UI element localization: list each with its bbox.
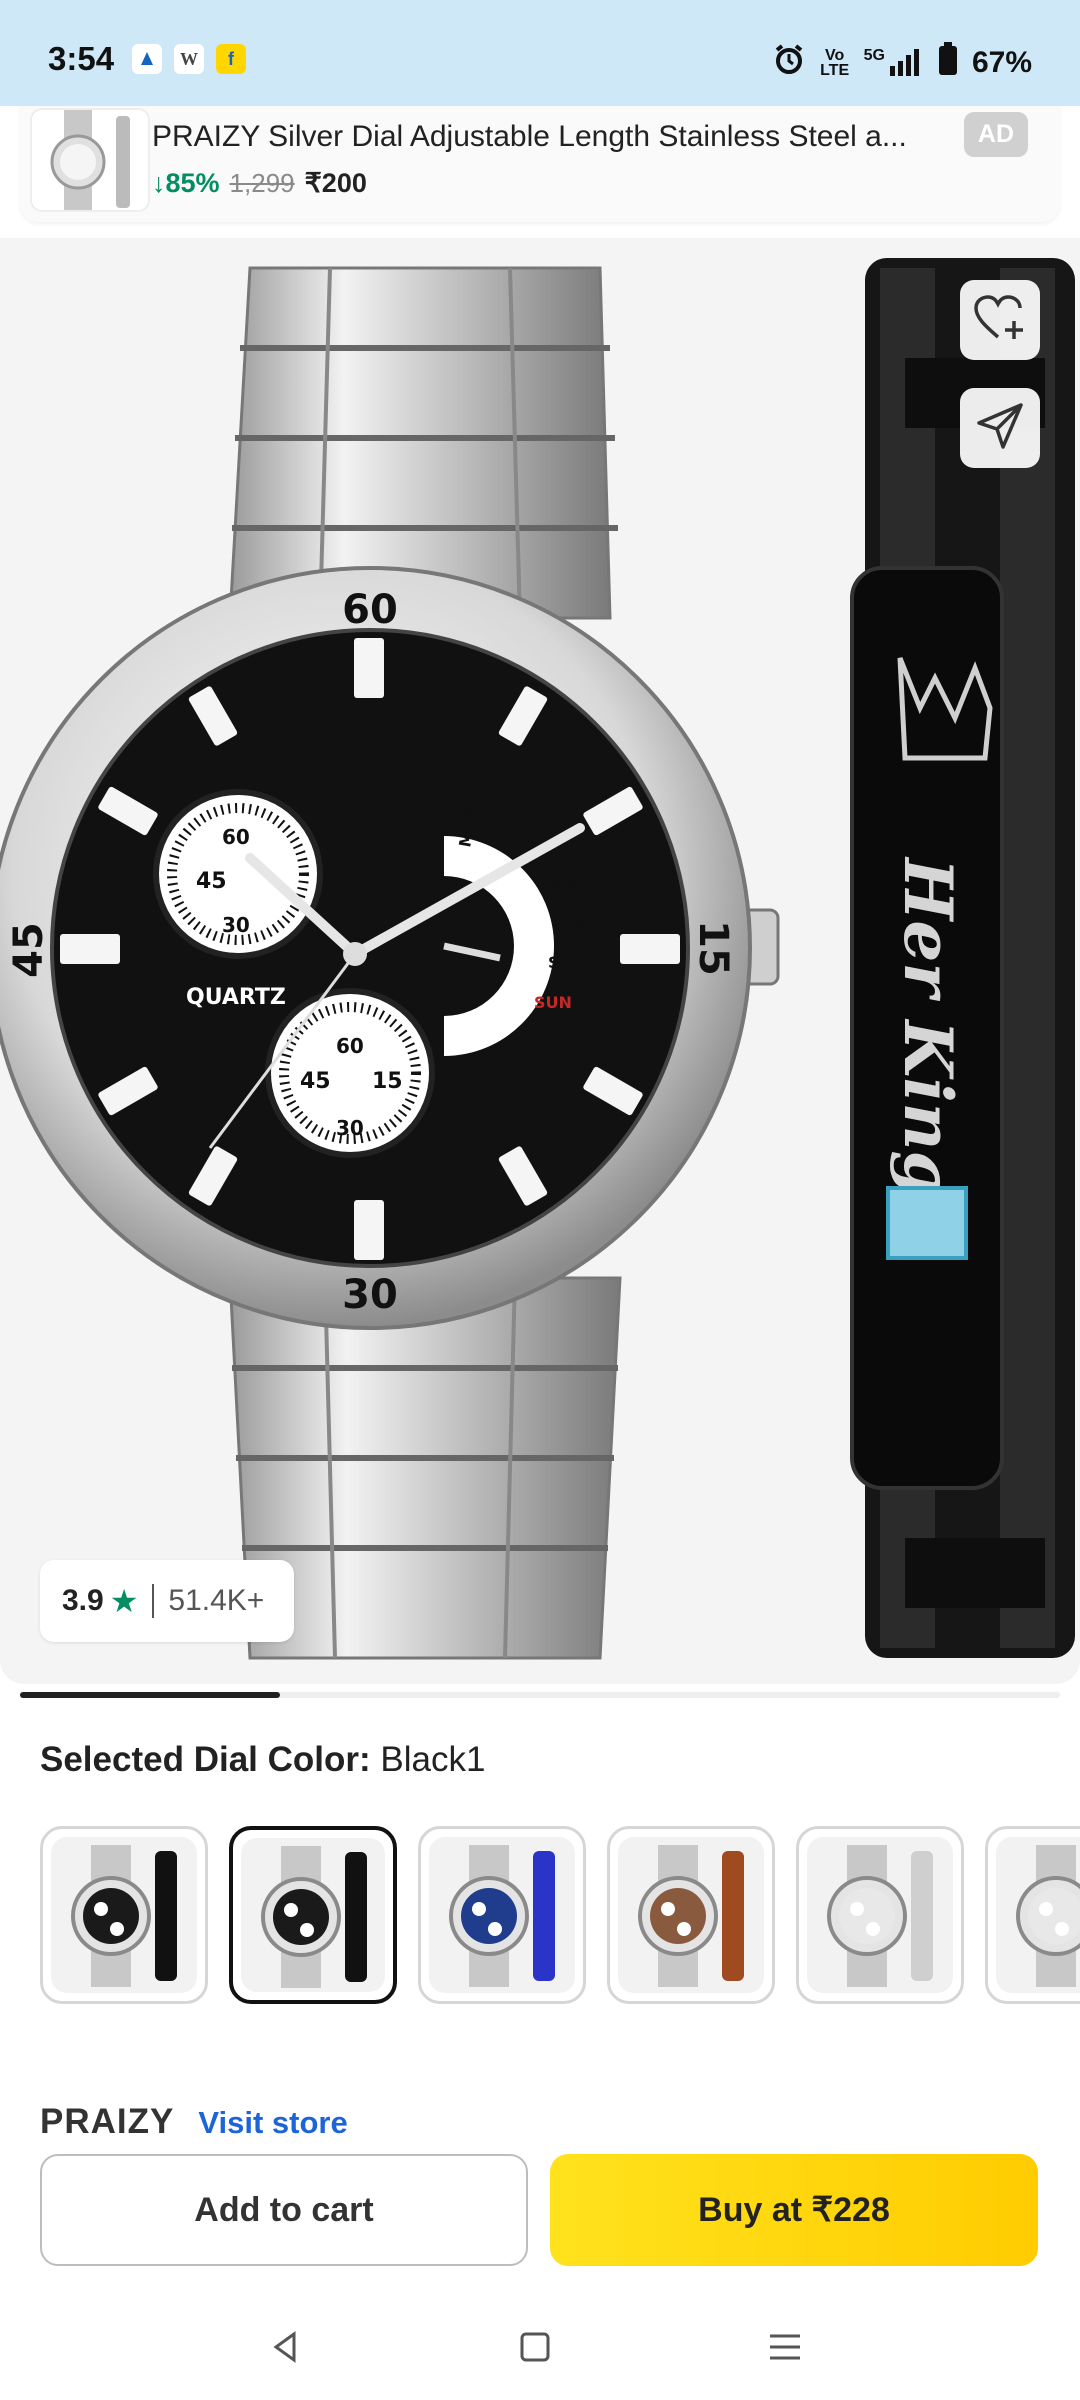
color-variant-list xyxy=(40,1826,1080,2006)
rating-count: 51.4K+ xyxy=(168,1584,265,1617)
product-image-carousel[interactable]: 60 30 45 15 45 60 30 45 15 60 30 MON THU… xyxy=(0,238,1080,1684)
add-to-cart-button[interactable]: Add to cart xyxy=(40,2154,528,2266)
back-triangle-icon xyxy=(268,2330,302,2369)
color-variant-4[interactable] xyxy=(607,1826,775,2004)
svg-text:SAT: SAT xyxy=(548,953,582,972)
flipkart-icon: f xyxy=(216,44,246,74)
rating-badge[interactable]: 3.9 ★ 51.4K+ xyxy=(40,1560,294,1642)
bracelet: Her King xyxy=(850,258,1075,1658)
variant-thumbnail xyxy=(807,1837,953,1993)
color-variant-5[interactable] xyxy=(796,1826,964,2004)
heart-plus-icon xyxy=(974,294,1026,346)
color-variant-3[interactable] xyxy=(418,1826,586,2004)
svg-text:SUN: SUN xyxy=(534,993,572,1012)
variant-thumbnail xyxy=(996,1837,1080,1993)
status-bar: 3:54 W f Vo LTE 5G 67% xyxy=(0,0,1080,106)
variant-thumbnail xyxy=(618,1837,764,1993)
nav-menu-button[interactable] xyxy=(755,2324,815,2374)
product-summary-strip[interactable]: PRAIZY Silver Dial Adjustable Length Sta… xyxy=(20,106,1060,222)
buy-now-button[interactable]: Buy at ₹228 xyxy=(550,2154,1038,2266)
discount-percent: ↓85% xyxy=(152,168,220,198)
product-thumbnail xyxy=(30,108,150,212)
brand-name: PRAIZY xyxy=(40,2102,175,2141)
svg-text:60: 60 xyxy=(222,825,250,849)
arrow-down-icon: ↓ xyxy=(152,168,166,198)
brand-row: PRAIZY Visit store xyxy=(40,2102,348,2142)
svg-text:Her King: Her King xyxy=(889,856,967,1197)
color-variant-2[interactable] xyxy=(229,1826,397,2004)
nav-back-button[interactable] xyxy=(255,2324,315,2374)
variant-thumbnail xyxy=(429,1837,575,1993)
price-row: ↓85% 1,299 ₹200 xyxy=(152,168,367,199)
nav-home-button[interactable] xyxy=(505,2324,565,2374)
notification-app-icon xyxy=(132,44,162,74)
visit-store-link[interactable]: Visit store xyxy=(198,2105,347,2141)
selected-color-value: Black1 xyxy=(380,1740,486,1779)
svg-text:THU: THU xyxy=(540,873,577,892)
status-time: 3:54 xyxy=(48,40,115,77)
svg-text:45: 45 xyxy=(196,869,227,894)
svg-text:30: 30 xyxy=(342,1272,398,1318)
svg-text:15: 15 xyxy=(372,1069,403,1094)
svg-text:45: 45 xyxy=(6,922,52,978)
selected-color-label: Selected Dial Color: xyxy=(40,1740,371,1779)
system-navigation-bar xyxy=(0,2300,1080,2400)
wishlist-button[interactable] xyxy=(960,280,1040,360)
share-button[interactable] xyxy=(960,388,1040,468)
color-variant-6[interactable] xyxy=(985,1826,1080,2004)
signal-5g-icon: 5G xyxy=(864,48,924,78)
battery-percent: 67% xyxy=(971,46,1032,79)
watch-strap-top xyxy=(228,266,618,620)
product-image: 60 30 45 15 45 60 30 45 15 60 30 MON THU… xyxy=(0,258,1075,1660)
wikipedia-icon: W xyxy=(174,44,204,74)
variant-thumbnail xyxy=(241,1838,385,1992)
volte-icon: Vo LTE xyxy=(820,47,850,79)
menu-lines-icon xyxy=(768,2332,802,2367)
svg-text:30: 30 xyxy=(336,1116,364,1140)
selected-color-heading: Selected Dial Color: Black1 xyxy=(40,1740,485,1780)
svg-text:QUARTZ: QUARTZ xyxy=(186,985,286,1010)
divider xyxy=(152,1584,155,1618)
star-icon: ★ xyxy=(109,1583,139,1619)
original-price: 1,299 xyxy=(229,168,295,198)
svg-text:15: 15 xyxy=(690,920,736,976)
battery-icon xyxy=(938,42,958,84)
svg-text:60: 60 xyxy=(336,1034,364,1058)
rating-value: 3.9 xyxy=(62,1584,104,1617)
sale-price: ₹200 xyxy=(304,168,367,198)
alarm-icon xyxy=(772,42,806,84)
send-icon xyxy=(975,401,1025,456)
carousel-progress-indicator xyxy=(20,1692,280,1698)
svg-text:FRI: FRI xyxy=(555,913,584,932)
svg-text:45: 45 xyxy=(300,1069,331,1094)
variant-thumbnail xyxy=(51,1837,197,1993)
color-variant-1[interactable] xyxy=(40,1826,208,2004)
product-title: PRAIZY Silver Dial Adjustable Length Sta… xyxy=(152,120,907,153)
svg-text:30: 30 xyxy=(222,913,250,937)
home-square-icon xyxy=(519,2331,551,2368)
svg-text:60: 60 xyxy=(342,587,398,633)
ad-badge: AD xyxy=(963,112,1028,157)
